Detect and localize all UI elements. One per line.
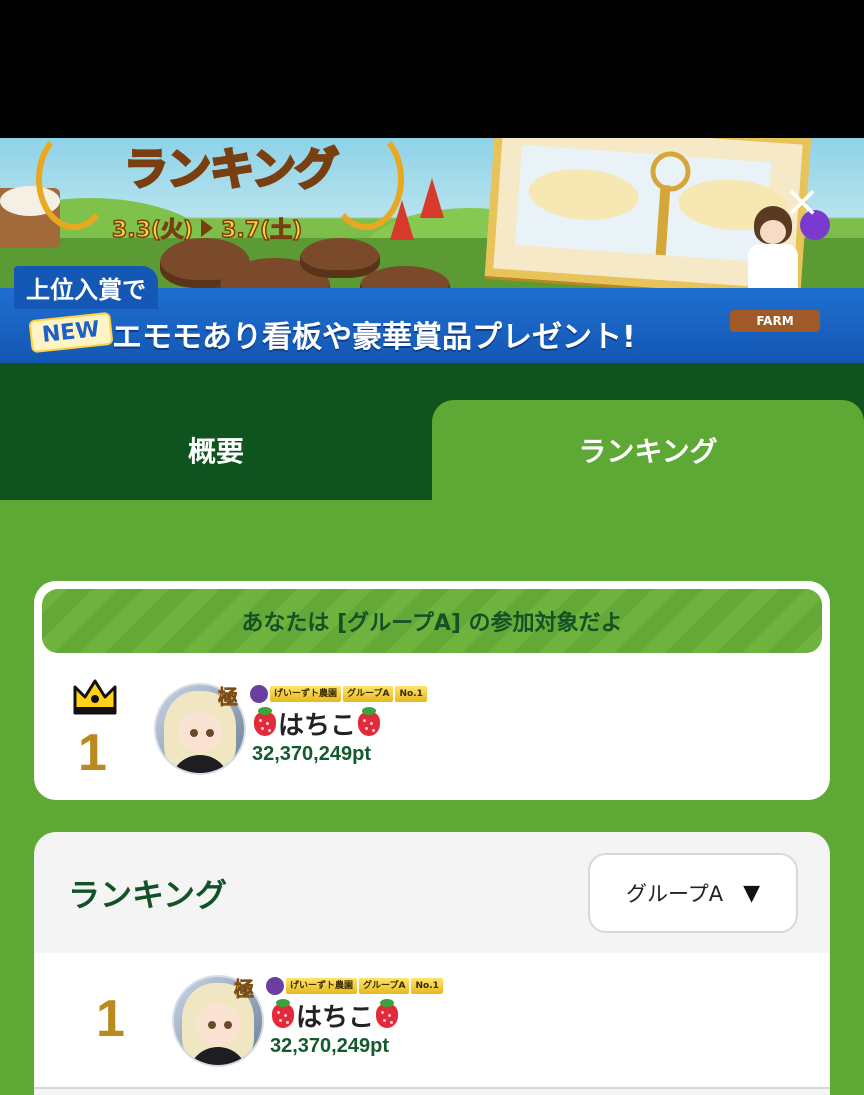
avatar-eye: [206, 729, 214, 737]
user-points: 32,370,249pt: [270, 1035, 389, 1057]
rank-medal-icon: [250, 685, 268, 703]
avatar-eye: [190, 729, 198, 737]
my-rank-number: 1: [78, 724, 107, 782]
tab-overview[interactable]: 概要: [0, 400, 432, 500]
badge-no1: No.1: [395, 686, 427, 702]
user-name: はちこ: [278, 711, 357, 741]
ranking-card: ランキング グループA ▼ 1 極 げいーずト農園 グループA No.1 はちこ…: [34, 832, 830, 1095]
avatar-face: [196, 1003, 240, 1045]
close-icon[interactable]: ×: [780, 180, 824, 224]
badge-farm: げいーずト農園: [286, 978, 358, 994]
event-banner[interactable]: ランキング 3.3(火) 3.7(土) 上位入賞で NEW エモモあり看板や豪華…: [0, 138, 864, 363]
status-bar: [0, 0, 864, 138]
user-points: 32,370,249pt: [252, 743, 371, 765]
badge-no1: No.1: [411, 978, 443, 994]
strawberry-icon: [376, 998, 399, 1028]
ankh-stem: [655, 184, 671, 256]
avatar-face: [178, 711, 222, 753]
title-badges: げいーずト農園 グループA No.1: [266, 977, 443, 995]
user-name-row: はちこ: [270, 997, 400, 1034]
chevron-down-icon: ▼: [743, 880, 761, 906]
crown-icon: [73, 679, 117, 715]
kyoku-badge: 極: [234, 977, 255, 1002]
kyoku-badge: 極: [218, 685, 239, 710]
rank-number: 1: [96, 990, 125, 1048]
strawberry-icon: [358, 706, 381, 736]
avatar-eye: [224, 1021, 232, 1029]
badge-group: グループA: [343, 686, 394, 702]
wing-left: [527, 165, 641, 224]
date-arrow-icon: [201, 219, 214, 237]
my-rank-card: あなたは [グループA] の参加対象だよ 1 極 げいーずト農園 グループA N…: [34, 581, 830, 800]
avatar-eye: [208, 1021, 216, 1029]
banner-dates: 3.3(火) 3.7(土): [111, 212, 303, 244]
red-plant: [420, 178, 444, 218]
farm-sign: FARM: [730, 310, 820, 332]
badge-farm: げいーずト農園: [270, 686, 342, 702]
group-select-value: グループA: [625, 882, 724, 906]
strawberry-icon: [272, 998, 294, 1028]
rank-medal-icon: [266, 977, 284, 995]
date-start: 3.3(火): [111, 217, 194, 244]
tab-ranking[interactable]: ランキング: [432, 400, 864, 500]
banner-title: ランキング: [123, 143, 341, 197]
table-row[interactable]: 1 極 げいーずト農園 グループA No.1 はちこ 32,370,249pt: [34, 953, 830, 1089]
title-badges: げいーずト農園 グループA No.1: [250, 685, 427, 703]
badge-group: グループA: [359, 978, 410, 994]
group-notice: あなたは [グループA] の参加対象だよ: [42, 589, 822, 653]
banner-headline: エモモあり看板や豪華賞品プレゼント!: [112, 320, 636, 355]
user-name: はちこ: [296, 1003, 375, 1033]
group-select[interactable]: グループA ▼: [588, 853, 798, 933]
ranking-title: ランキング: [68, 876, 228, 914]
banner-subtitle: 上位入賞で: [14, 266, 158, 309]
ankh-icon: [649, 150, 692, 193]
strawberry-icon: [254, 706, 276, 736]
user-name-row: はちこ: [252, 705, 382, 742]
date-end: 3.7(土): [220, 217, 303, 244]
poster-artwork: [515, 145, 790, 263]
